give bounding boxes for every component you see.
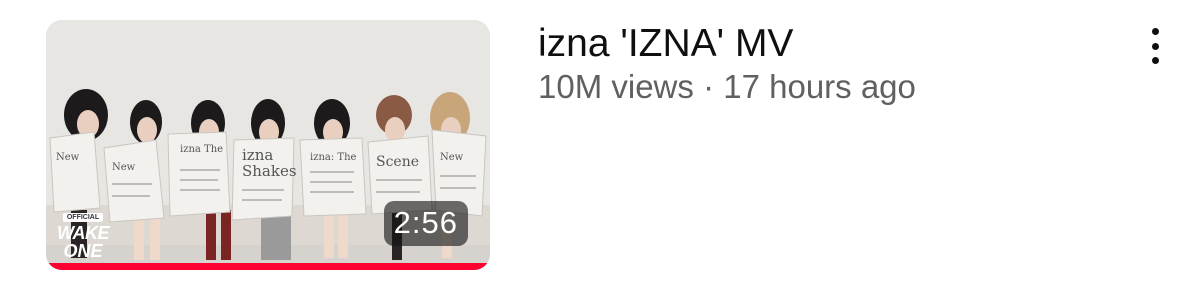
menu-dot (1151, 57, 1159, 64)
channel-logo: OFFICIAL WAKE ONE (57, 213, 110, 261)
video-list-item[interactable]: New New izna The izna Shakes izna: The S… (0, 0, 1200, 293)
meta-separator: · (703, 68, 715, 105)
svg-text:izna: The: izna: The (310, 152, 357, 163)
view-count: 10M views (538, 68, 694, 105)
video-metadata: 10M views · 17 hours ago (538, 68, 916, 106)
watch-progress-fill (46, 263, 490, 270)
svg-text:Scene: Scene (376, 154, 419, 170)
svg-text:Shakes: Shakes (242, 162, 297, 180)
video-thumbnail[interactable]: New New izna The izna Shakes izna: The S… (46, 20, 490, 270)
upload-time: 17 hours ago (723, 68, 916, 105)
svg-text:New: New (56, 152, 80, 163)
menu-dot (1151, 42, 1159, 50)
video-title[interactable]: izna 'IZNA' MV (538, 22, 793, 66)
menu-dot (1151, 28, 1159, 35)
duration-badge: 2:56 (383, 201, 468, 246)
watch-progress-bar (46, 263, 490, 270)
svg-text:izna The: izna The (180, 144, 223, 155)
svg-text:New: New (112, 162, 136, 173)
svg-text:New: New (440, 152, 464, 163)
more-vertical-icon[interactable] (1138, 26, 1172, 66)
